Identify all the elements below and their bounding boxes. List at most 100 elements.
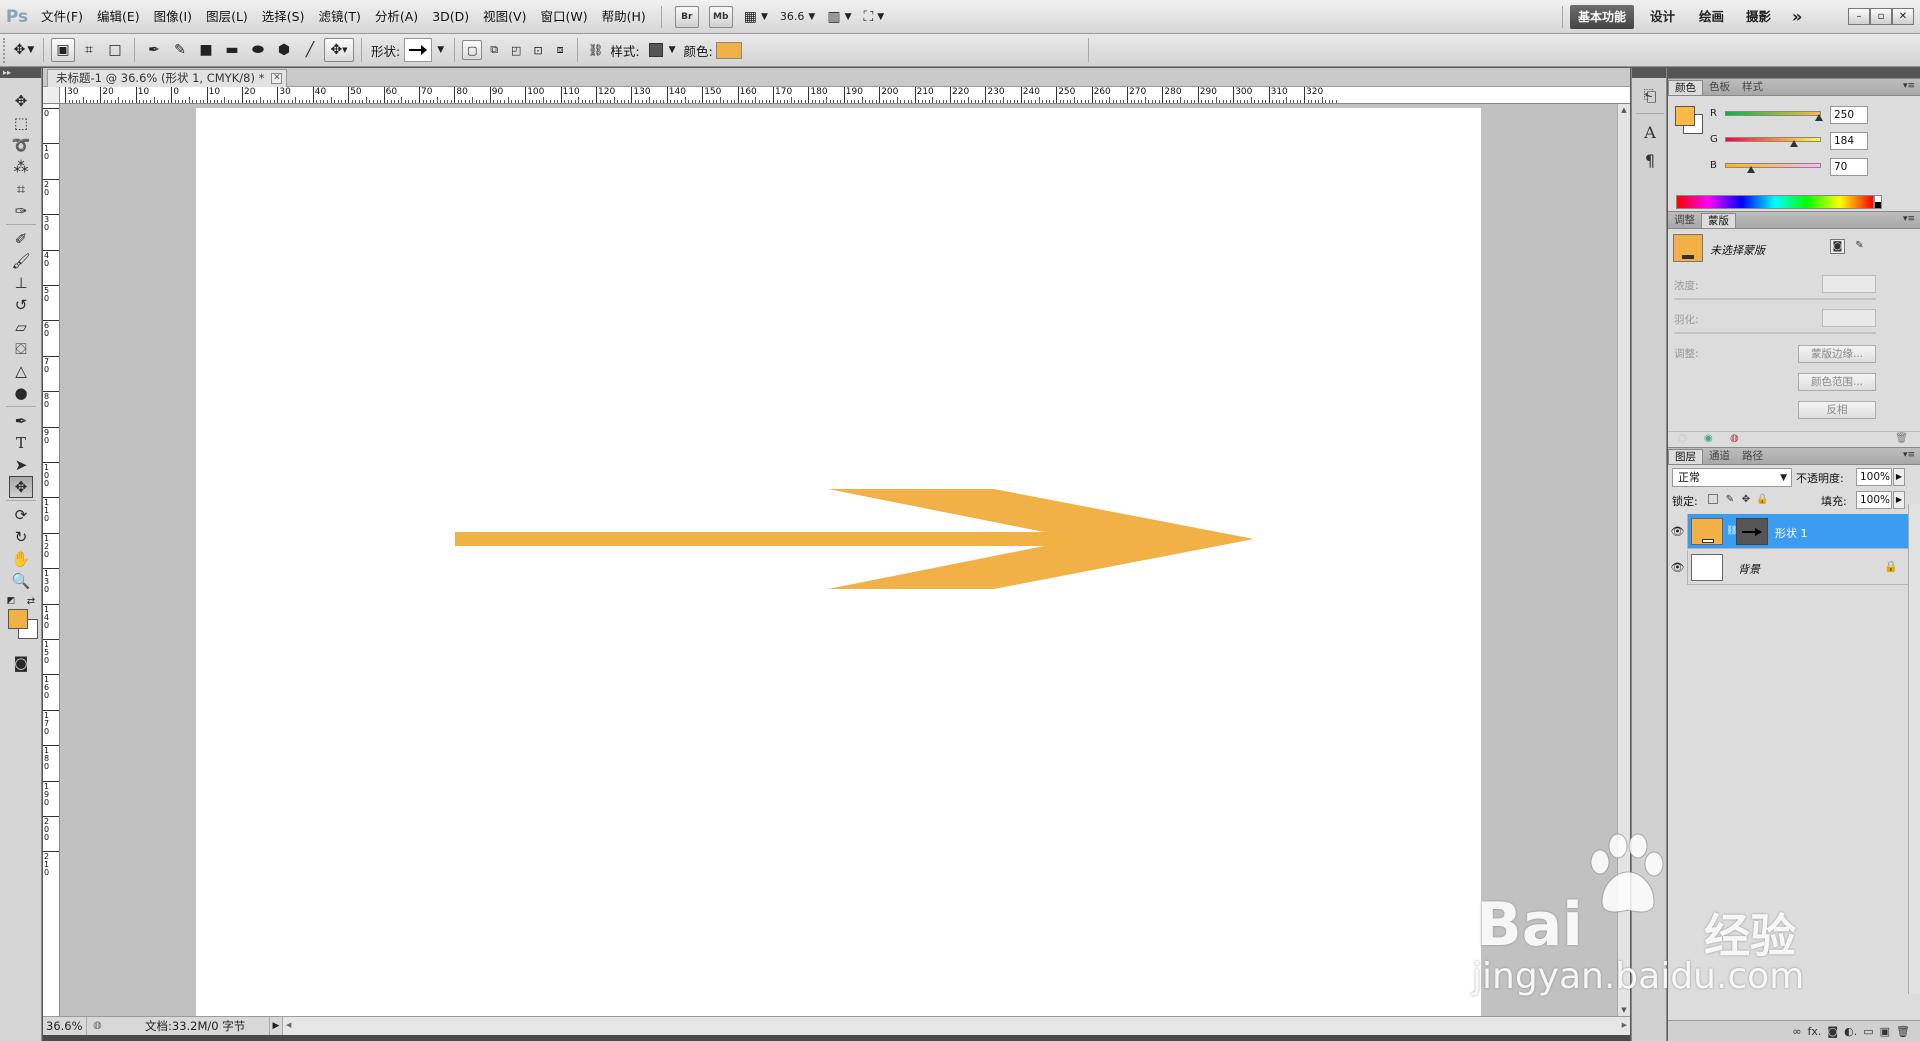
disable-mask-icon[interactable]: ◍ xyxy=(1730,433,1739,444)
scroll-right-icon[interactable]: ▶ xyxy=(1622,1021,1627,1029)
line-tool-button[interactable]: ╱ xyxy=(298,38,322,62)
style-chevron-icon[interactable]: ▼ xyxy=(669,45,676,55)
zoom-field[interactable]: 36.6% xyxy=(43,1017,87,1035)
layer-name[interactable]: 背景 xyxy=(1738,561,1760,577)
lasso-tool[interactable]: ➰ xyxy=(9,134,33,156)
options-grip[interactable] xyxy=(3,37,11,63)
tool-preset-picker[interactable]: ✥ ▼ xyxy=(12,38,36,62)
menu-item-2[interactable]: 图像(I) xyxy=(147,0,199,34)
color-spectrum-bar[interactable] xyxy=(1676,195,1874,209)
link-layers-icon[interactable]: ∞ xyxy=(1792,1025,1801,1038)
quick-selection-tool[interactable]: ⁂ xyxy=(9,156,33,178)
ruler-origin[interactable] xyxy=(43,87,60,104)
scroll-down-icon[interactable]: ▼ xyxy=(1618,1006,1630,1014)
lock-pixels-icon[interactable]: ✎ xyxy=(1724,494,1736,506)
rounded-rectangle-tool-button[interactable]: ▬ xyxy=(220,38,244,62)
horizontal-ruler[interactable]: 30 20 10 0 10 20 30 40 50 60 70 80 90 100 110 120 130 140… xyxy=(43,87,1630,104)
polygon-tool-button[interactable]: ⬢ xyxy=(272,38,296,62)
blend-mode-select[interactable]: 正常 ▼ xyxy=(1672,468,1792,487)
freeform-pen-button[interactable]: ✎ xyxy=(168,38,192,62)
close-tab-icon[interactable]: ✕ xyxy=(271,73,283,84)
menu-item-3[interactable]: 图层(L) xyxy=(199,0,255,34)
workspace-design[interactable]: 设计 xyxy=(1650,0,1675,34)
3d-rotate-tool[interactable]: ⟳ xyxy=(9,504,33,526)
paint-bucket-tool[interactable]: ⛋ xyxy=(9,338,33,360)
zoom-level-dropdown[interactable]: 36.6 ▼ xyxy=(780,10,815,23)
path-selection-tool[interactable]: ➤ xyxy=(9,454,33,476)
tab-styles[interactable]: 样式 xyxy=(1736,80,1769,95)
visibility-eye-icon[interactable]: 👁 xyxy=(1668,514,1688,549)
menu-item-6[interactable]: 分析(A) xyxy=(368,0,425,34)
channel-slider[interactable] xyxy=(1725,111,1821,116)
black-white-ramp[interactable] xyxy=(1874,195,1882,209)
feather-field[interactable] xyxy=(1822,309,1876,327)
channel-value-field[interactable]: 250 xyxy=(1830,106,1868,124)
slider-thumb-icon[interactable] xyxy=(1790,140,1799,147)
tools-panel-header[interactable]: ▸▸ xyxy=(0,68,41,78)
menu-item-4[interactable]: 选择(S) xyxy=(255,0,312,34)
layer-color-thumbnail[interactable] xyxy=(1691,518,1723,545)
density-field[interactable] xyxy=(1822,275,1876,293)
document-info[interactable]: ◍ 文档:33.2M/0 字节 xyxy=(87,1017,270,1035)
custom-shape-tool[interactable]: ✥ xyxy=(9,476,33,498)
default-colors-button[interactable]: ◩ xyxy=(4,594,18,608)
menu-item-9[interactable]: 窗口(W) xyxy=(533,0,594,34)
slider-thumb-icon[interactable] xyxy=(1815,114,1824,121)
brush-tool[interactable]: 🖌 xyxy=(9,250,33,272)
panel-dock-header[interactable] xyxy=(1668,68,1920,78)
blur-tool[interactable]: △ xyxy=(9,360,33,382)
restore-button[interactable]: ▫ xyxy=(1870,8,1892,25)
lock-all-icon[interactable]: 🔒 xyxy=(1756,494,1768,506)
feather-slider[interactable] xyxy=(1674,332,1876,334)
exclude-shape-button[interactable]: ⧈ xyxy=(550,38,570,62)
delete-mask-icon[interactable]: 🗑 xyxy=(1895,433,1908,444)
load-selection-icon[interactable]: ◌ xyxy=(1678,433,1687,444)
ellipse-tool-button[interactable]: ⬬ xyxy=(246,38,270,62)
tab-color[interactable]: 颜色 xyxy=(1668,80,1703,95)
document-canvas[interactable] xyxy=(196,108,1481,1016)
paragraph-panel-icon[interactable]: ¶ xyxy=(1638,148,1662,172)
custom-shape-tool-button[interactable]: ✥ ▼ xyxy=(324,38,354,62)
quick-mask-button[interactable]: ◙ xyxy=(9,652,33,674)
eyedropper-tool[interactable]: ✑ xyxy=(9,200,33,222)
layer-row-shape-1[interactable]: 👁 ⛓ 形状 1 xyxy=(1668,514,1920,549)
panel-menu-icon[interactable]: ▾≡ xyxy=(1903,81,1915,91)
lock-transparency-icon[interactable] xyxy=(1708,494,1718,504)
menu-item-10[interactable]: 帮助(H) xyxy=(595,0,653,34)
fill-field[interactable]: 100% xyxy=(1856,491,1892,509)
workspace-photography[interactable]: 摄影 xyxy=(1746,0,1771,34)
delete-layer-icon[interactable]: 🗑 xyxy=(1896,1025,1910,1038)
add-mask-icon[interactable]: ◙ xyxy=(1827,1025,1838,1038)
mask-edge-button[interactable]: 蒙版边缘... xyxy=(1798,345,1876,363)
document-tab[interactable]: 未标题-1 @ 36.6% (形状 1, CMYK/8) * ✕ xyxy=(47,69,288,87)
channel-value-field[interactable]: 184 xyxy=(1830,132,1868,150)
status-menu-arrow-icon[interactable]: ▶ xyxy=(270,1017,282,1035)
history-panel-icon[interactable]: ⎗ xyxy=(1638,84,1662,108)
tab-paths[interactable]: 路径 xyxy=(1736,449,1769,464)
swap-colors-button[interactable]: ⇄ xyxy=(24,594,38,608)
foreground-color-swatch[interactable] xyxy=(1675,106,1695,126)
dock-header[interactable] xyxy=(1632,68,1666,78)
slider-thumb-icon[interactable] xyxy=(1746,166,1755,173)
tab-channels[interactable]: 通道 xyxy=(1703,449,1736,464)
foreground-color-swatch[interactable] xyxy=(8,609,28,629)
close-button[interactable]: ✕ xyxy=(1892,8,1914,25)
visibility-eye-icon[interactable]: 👁 xyxy=(1668,550,1688,585)
density-slider[interactable] xyxy=(1674,298,1876,300)
layer-name[interactable]: 形状 1 xyxy=(1775,525,1808,541)
layer-row-background[interactable]: 👁 背景 🔒 xyxy=(1668,550,1920,585)
minimize-button[interactable]: – xyxy=(1848,8,1870,25)
add-vector-mask-icon[interactable]: ✎ xyxy=(1852,239,1867,254)
layer-style-icon[interactable]: fx. xyxy=(1808,1025,1822,1038)
more-workspaces-button[interactable]: » xyxy=(1792,0,1802,34)
invert-button[interactable]: 反相 xyxy=(1798,401,1876,419)
view-extras-dropdown[interactable]: ▦ ▼ xyxy=(744,9,768,25)
menu-item-7[interactable]: 3D(D) xyxy=(425,0,476,34)
shape-color-swatch[interactable] xyxy=(715,41,742,59)
channel-slider[interactable] xyxy=(1725,137,1821,142)
panel-menu-icon[interactable]: ▾≡ xyxy=(1903,214,1915,224)
arrow-shape[interactable] xyxy=(455,489,1254,589)
arrow-shape-layer[interactable] xyxy=(196,108,1481,1016)
add-pixel-mask-icon[interactable]: ◙ xyxy=(1830,239,1845,254)
apply-mask-icon[interactable]: ◉ xyxy=(1704,433,1713,444)
